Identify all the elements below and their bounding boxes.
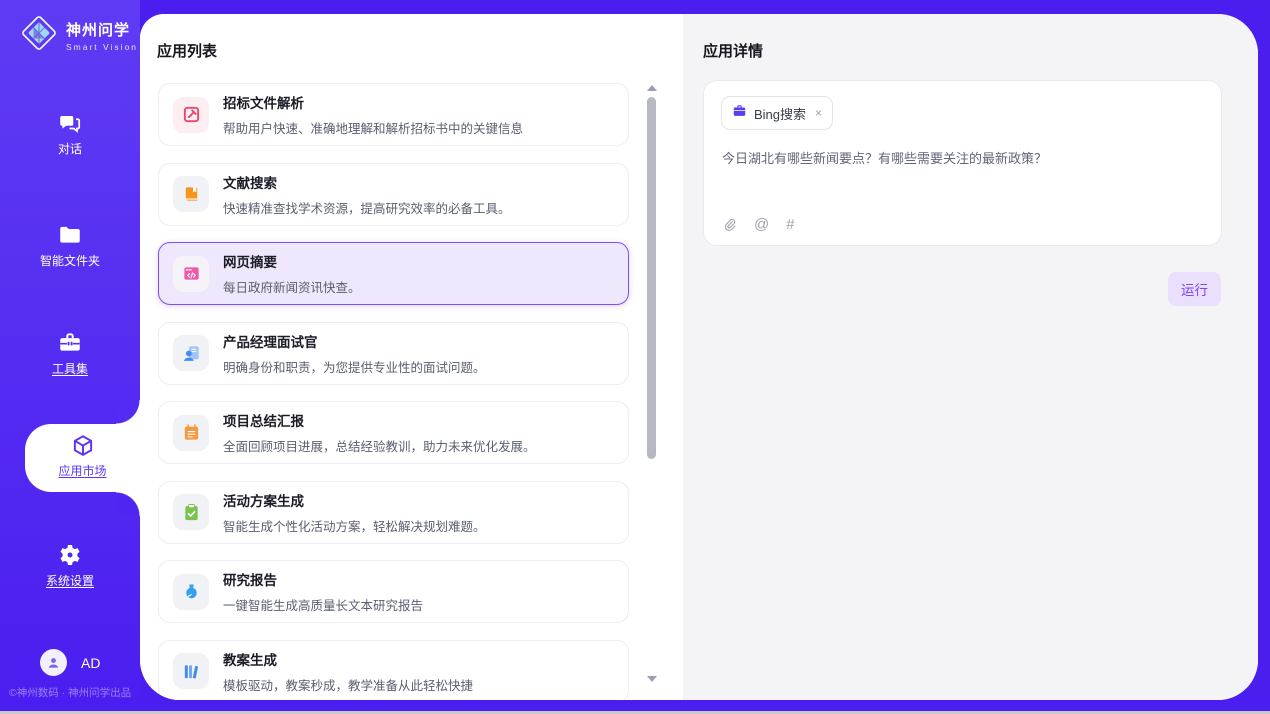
app-card-desc: 智能生成个性化活动方案，轻松解决规划难题。 (223, 516, 486, 535)
sidebar-item-label: 工具集 (0, 360, 140, 377)
hash-icon[interactable]: # (786, 217, 794, 232)
sidebar-item-label: 对话 (0, 140, 140, 157)
app-card-web-summary-selected[interactable]: 网页摘要 每日政府新闻资讯快查。 (158, 242, 629, 305)
sidebar: 神州问学 Smart Vision 对话 工具集 智能文件夹 工具集 应用市场 (0, 0, 140, 714)
briefcase-icon (732, 103, 747, 123)
diamond-logo-icon (20, 14, 58, 57)
run-button[interactable]: 运行 (1168, 272, 1221, 306)
app-card-bid-doc-parse[interactable]: 招标文件解析 帮助用户快速、准确地理解和解析招标书中的关键信息 (158, 83, 629, 146)
app-card-desc: 帮助用户快速、准确地理解和解析招标书中的关键信息 (223, 118, 523, 137)
app-card-title: 项目总结汇报 (223, 410, 536, 430)
app-card-title: 文献搜索 (223, 172, 511, 192)
active-tab-curve-bottom (116, 492, 140, 516)
app-card-project-summary[interactable]: 项目总结汇报 全面回顾项目进展，总结经验教训，助力未来优化发展。 (158, 401, 629, 464)
scroll-up-arrow-icon[interactable] (647, 85, 657, 91)
report-note-icon (173, 415, 209, 451)
paperclip-icon[interactable] (722, 217, 737, 232)
app-card-list: 招标文件解析 帮助用户快速、准确地理解和解析招标书中的关键信息 文献搜索 快速精… (158, 83, 629, 700)
app-card-title: 教案生成 (223, 649, 473, 669)
sidebar-item-chat[interactable]: 对话 (0, 110, 140, 157)
attachment-toolbar: @ # (722, 217, 795, 232)
clipboard-check-icon (173, 494, 209, 530)
sidebar-item-label: 智能文件夹 (0, 252, 140, 269)
brand-subtitle: Smart Vision (66, 42, 138, 52)
sidebar-item-label: 应用市场 (25, 462, 140, 479)
app-card-desc: 每日政府新闻资讯快查。 (223, 277, 361, 296)
tool-chip-label: Bing搜索 (754, 104, 806, 123)
sidebar-item-smart-folder[interactable]: 工具集 智能文件夹 (0, 222, 140, 269)
app-card-research-report[interactable]: 研究报告 一键智能生成高质量长文本研究报告 (158, 560, 629, 623)
user-row[interactable]: AD (40, 649, 100, 676)
books-icon (173, 653, 209, 689)
app-card-literature-search[interactable]: 文献搜索 快速精准查找学术资源，提高研究效率的必备工具。 (158, 163, 629, 226)
app-card-desc: 明确身份和职责，为您提供专业性的面试问题。 (223, 357, 486, 376)
browser-code-icon (173, 256, 209, 292)
user-initials: AD (81, 655, 100, 671)
app-card-desc: 快速精准查找学术资源，提高研究效率的必备工具。 (223, 198, 511, 217)
list-scrollbar[interactable] (646, 83, 658, 686)
app-card-desc: 全面回顾项目进展，总结经验教训，助力未来优化发展。 (223, 436, 536, 455)
app-detail-title: 应用详情 (703, 40, 763, 61)
app-list-panel: 应用列表 招标文件解析 帮助用户快速、准确地理解和解析招标书中的关键信息 文献搜… (140, 14, 683, 700)
sidebar-item-app-market-active[interactable]: 应用市场 (25, 424, 140, 492)
app-card-event-plan[interactable]: 活动方案生成 智能生成个性化活动方案，轻松解决规划难题。 (158, 481, 629, 544)
interviewer-icon (173, 335, 209, 371)
prompt-card[interactable]: Bing搜索 × 今日湖北有哪些新闻要点？有哪些需要关注的最新政策？ @ # (703, 80, 1222, 246)
book-icon (173, 176, 209, 212)
cube-icon (25, 433, 140, 459)
app-detail-panel: 应用详情 Bing搜索 × 今日湖北有哪些新闻要点？有哪些需要关注的最新政策？ … (683, 14, 1258, 700)
main-content: 应用列表 招标文件解析 帮助用户快速、准确地理解和解析招标书中的关键信息 文献搜… (140, 14, 1258, 700)
toolbox-icon (0, 330, 140, 356)
app-card-lesson-plan[interactable]: 教案生成 模板驱动，教案秒成，教学准备从此轻松快捷 (158, 640, 629, 701)
folder-icon (0, 222, 140, 248)
tool-chip-bing-search[interactable]: Bing搜索 × (721, 96, 833, 130)
copyright-text: ©神州数码 · 神州问学出品 (9, 685, 131, 700)
app-card-title: 产品经理面试官 (223, 331, 486, 351)
avatar[interactable] (40, 649, 67, 676)
brand-name: 神州问学 (66, 19, 138, 40)
sidebar-item-label: 系统设置 (0, 572, 140, 589)
sidebar-item-toolset[interactable]: 工具集 (0, 330, 140, 377)
doc-edit-icon (173, 97, 209, 133)
app-list-title: 应用列表 (157, 40, 217, 61)
scroll-down-arrow-icon[interactable] (647, 676, 657, 682)
app-card-desc: 模板驱动，教案秒成，教学准备从此轻松快捷 (223, 675, 473, 694)
app-card-title: 招标文件解析 (223, 92, 523, 112)
research-icon (173, 574, 209, 610)
chip-close-icon[interactable]: × (815, 106, 822, 120)
app-card-title: 研究报告 (223, 569, 423, 589)
gear-icon (0, 542, 140, 568)
brand-logo: 神州问学 Smart Vision (20, 14, 138, 57)
sidebar-item-settings[interactable]: 系统设置 (0, 542, 140, 589)
active-tab-curve-top (116, 400, 140, 424)
app-card-pm-interviewer[interactable]: 产品经理面试官 明确身份和职责，为您提供专业性的面试问题。 (158, 322, 629, 385)
mention-at-icon[interactable]: @ (754, 217, 769, 232)
chat-icon (0, 110, 140, 136)
app-card-title: 网页摘要 (223, 251, 361, 271)
prompt-text[interactable]: 今日湖北有哪些新闻要点？有哪些需要关注的最新政策？ (722, 149, 1203, 169)
scrollbar-thumb[interactable] (647, 97, 656, 459)
app-card-title: 活动方案生成 (223, 490, 486, 510)
app-card-desc: 一键智能生成高质量长文本研究报告 (223, 595, 423, 614)
